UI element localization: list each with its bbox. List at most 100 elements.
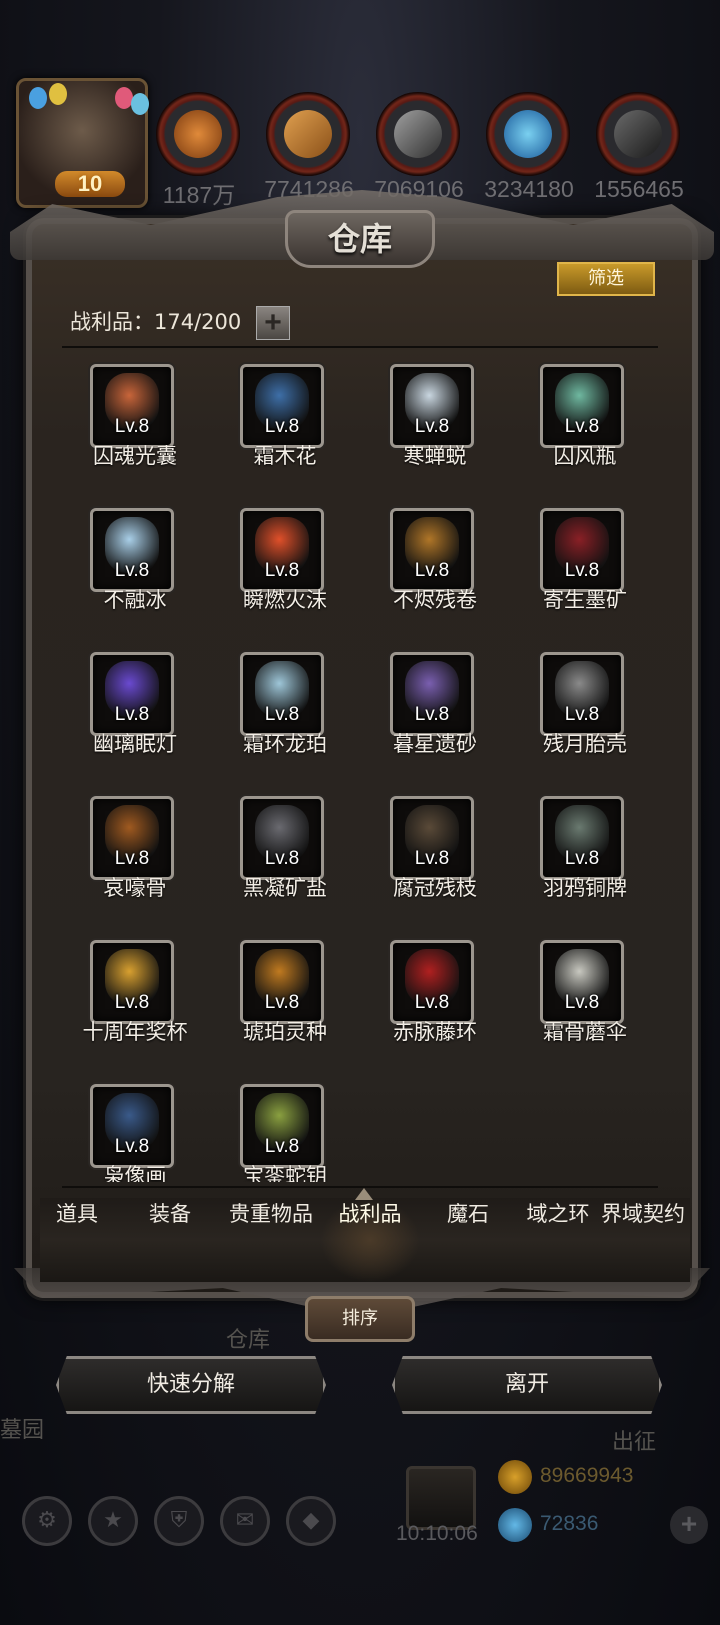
meat-resource[interactable] [156,92,240,176]
leave-button[interactable]: 离开 [392,1356,662,1414]
item-grid: Lv.8 囚魂光囊 Lv.8 霜木花 Lv.8 寒蝉蜕 Lv.8 囚风瓶 Lv.8 不融冰 Lv.8… [60,360,660,1182]
item-name: 寒蝉蜕 [403,444,467,468]
wood-icon [284,110,332,158]
item-name: 琥珀灵种 [243,1020,327,1044]
item-level: Lv.8 [564,704,600,725]
item-level: Lv.8 [114,848,150,869]
crystal-resource[interactable] [486,92,570,176]
expedition-caption: 出征 [612,1430,657,1455]
stone-value: 1556465 [594,176,684,202]
loot-item[interactable]: Lv.8 不融冰 [60,504,210,648]
item-level: Lv.8 [264,560,300,581]
filter-button[interactable]: 筛选 [557,262,655,296]
item-level: Lv.8 [264,848,300,869]
item-level: Lv.8 [564,992,600,1013]
item-level: Lv.8 [414,560,450,581]
star-icon[interactable]: ★ [88,1496,138,1546]
expand-capacity-button[interactable]: + [256,306,290,340]
item-name: 枭像画 [103,1164,167,1182]
loot-item[interactable]: Lv.8 腐冠残枝 [360,792,510,936]
item-name: 霜木花 [253,444,317,468]
loot-item[interactable]: Lv.8 暮星遗砂 [360,648,510,792]
player-avatar[interactable]: 10 [16,78,149,208]
item-name: 暮星遗砂 [393,732,477,756]
meat-value: 1187万 [162,182,236,208]
loot-item[interactable]: Lv.8 寄生墨矿 [510,504,660,648]
category-tabs: 道具 装备 贵重物品 战利品 魔石 域之环 界域契约 [40,1198,690,1282]
item-level: Lv.8 [414,416,450,437]
loot-item[interactable]: Lv.8 霜环龙珀 [210,648,360,792]
loot-item[interactable]: Lv.8 瞬燃火沫 [210,504,360,648]
loot-item[interactable]: Lv.8 霜木花 [210,360,360,504]
item-level: Lv.8 [564,416,600,437]
item-level: Lv.8 [264,416,300,437]
stone-resource[interactable] [596,92,680,176]
meat-icon [174,110,222,158]
item-level: Lv.8 [414,848,450,869]
loot-item[interactable]: Lv.8 黑凝矿盐 [210,792,360,936]
gold-coin-icon [498,1460,532,1494]
gift-box-icon[interactable] [406,1466,476,1530]
item-name: 霜骨蘑伞 [543,1020,627,1044]
loot-item[interactable]: Lv.8 宝銮蛇钥 [210,1080,360,1182]
item-name: 黑凝矿盐 [243,876,327,900]
cemetery-caption: 墓园 [0,1418,45,1443]
item-name: 羽鸦铜牌 [543,876,627,900]
item-name: 寄生墨矿 [543,588,627,612]
item-level: Lv.8 [114,992,150,1013]
item-level: Lv.8 [114,560,150,581]
item-name: 赤脉藤环 [393,1020,477,1044]
loot-item[interactable]: Lv.8 幽璃眠灯 [60,648,210,792]
mail-icon[interactable]: ✉ [220,1496,270,1546]
crystal-icon [504,110,552,158]
loot-item[interactable]: Lv.8 十周年奖杯 [60,936,210,1080]
tab-loot[interactable]: 战利品 [320,1198,420,1282]
loot-item[interactable]: Lv.8 霜骨蘑伞 [510,936,660,1080]
gift-timer: 10:10:06 [396,1522,478,1545]
item-level: Lv.8 [114,704,150,725]
loot-item[interactable]: Lv.8 羽鸦铜牌 [510,792,660,936]
shield-icon[interactable]: ⛨ [154,1496,204,1546]
balloon-icon [29,87,47,109]
loot-item[interactable]: Lv.8 赤脉藤环 [360,936,510,1080]
add-currency-button[interactable]: + [670,1506,708,1544]
diamond-icon [498,1508,532,1542]
player-level-badge: 10 [55,171,125,197]
loot-item[interactable]: Lv.8 囚风瓶 [510,360,660,504]
tab-items[interactable]: 道具 [40,1198,114,1282]
tab-equipment[interactable]: 装备 [130,1198,210,1282]
wood-resource[interactable] [266,92,350,176]
loot-item[interactable]: Lv.8 不烬残卷 [360,504,510,648]
tab-magic-stones[interactable]: 魔石 [428,1198,508,1282]
crystal-value: 3234180 [484,176,574,202]
item-name: 不烬残卷 [393,588,477,612]
tab-realm-contracts[interactable]: 界域契约 [596,1198,690,1282]
item-name: 宝銮蛇钥 [243,1164,327,1182]
gem-menu-icon[interactable]: ◆ [286,1496,336,1546]
diamond-amount: 72836 [540,1512,599,1535]
item-name: 囚魂光囊 [93,444,177,468]
warehouse-caption: 仓库 [226,1328,271,1353]
loot-item[interactable]: Lv.8 哀嚎骨 [60,792,210,936]
sort-button[interactable]: 排序 [305,1296,415,1342]
item-level: Lv.8 [114,416,150,437]
tab-domain-rings[interactable]: 域之环 [510,1198,606,1282]
loot-item[interactable]: Lv.8 寒蝉蜕 [360,360,510,504]
loot-item[interactable]: Lv.8 残月胎壳 [510,648,660,792]
loot-item[interactable]: Lv.8 囚魂光囊 [60,360,210,504]
quick-decompose-button[interactable]: 快速分解 [56,1356,326,1414]
iron-resource[interactable] [376,92,460,176]
item-level: Lv.8 [264,704,300,725]
item-name: 不融冰 [103,588,167,612]
item-level: Lv.8 [564,560,600,581]
loot-item[interactable]: Lv.8 琥珀灵种 [210,936,360,1080]
item-level: Lv.8 [414,704,450,725]
divider [62,346,658,348]
tab-valuables[interactable]: 贵重物品 [216,1198,326,1282]
loot-item[interactable]: Lv.8 枭像画 [60,1080,210,1182]
item-level: Lv.8 [564,848,600,869]
settings-icon[interactable]: ⚙ [22,1496,72,1546]
iron-icon [394,110,442,158]
gold-amount: 89669943 [540,1464,634,1487]
stone-icon [614,110,662,158]
